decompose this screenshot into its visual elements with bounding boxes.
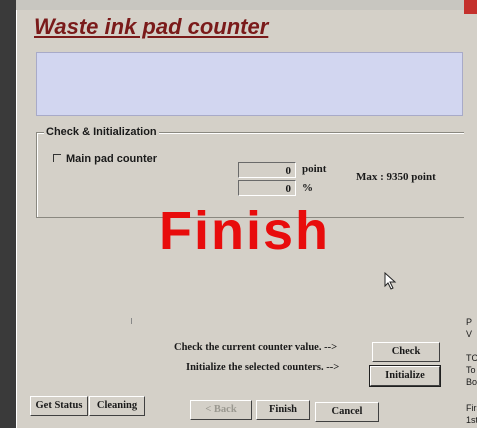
close-icon[interactable] — [464, 0, 477, 14]
initialize-instruction: Initialize the selected counters. --> — [186, 362, 340, 373]
cancel-button[interactable]: Cancel — [315, 402, 379, 422]
edge-fragment: 1st — [466, 415, 477, 425]
edge-fragment: TC — [466, 353, 477, 363]
info-panel — [36, 52, 463, 116]
divider-tick — [131, 318, 132, 324]
get-status-button[interactable]: Get Status — [30, 396, 88, 416]
point-unit: point — [302, 163, 327, 175]
edge-fragment: Firs — [466, 403, 477, 413]
main-pad-checkbox[interactable] — [53, 154, 61, 162]
percent-unit: % — [302, 182, 313, 194]
edge-fragment: Bo — [466, 377, 477, 387]
edge-fragment: P — [466, 317, 473, 327]
back-button[interactable]: < Back — [190, 400, 252, 420]
cleaning-button[interactable]: Cleaning — [89, 396, 145, 416]
waste-ink-dialog: Waste ink pad counter Check & Initializa… — [16, 0, 468, 428]
group-title: Check & Initialization — [44, 126, 159, 138]
max-counter-text: Max : 9350 point — [356, 171, 436, 183]
finish-button[interactable]: Finish — [256, 400, 310, 420]
background-window-edge: P V TC To Bo Firs 1st — [464, 0, 477, 428]
check-button[interactable]: Check — [372, 342, 440, 362]
finish-overlay-text: Finish — [159, 201, 330, 261]
check-instruction: Check the current counter value. --> — [174, 342, 338, 353]
mouse-cursor-icon — [384, 272, 397, 290]
page-title: Waste ink pad counter — [34, 14, 269, 39]
initialize-button[interactable]: Initialize — [369, 365, 441, 387]
main-pad-label: Main pad counter — [66, 153, 158, 165]
point-value-field: 0 — [238, 162, 296, 178]
percent-value-field: 0 — [238, 180, 296, 196]
edge-fragment: To — [466, 365, 476, 375]
title-bar — [16, 0, 464, 10]
edge-fragment: V — [466, 329, 473, 339]
